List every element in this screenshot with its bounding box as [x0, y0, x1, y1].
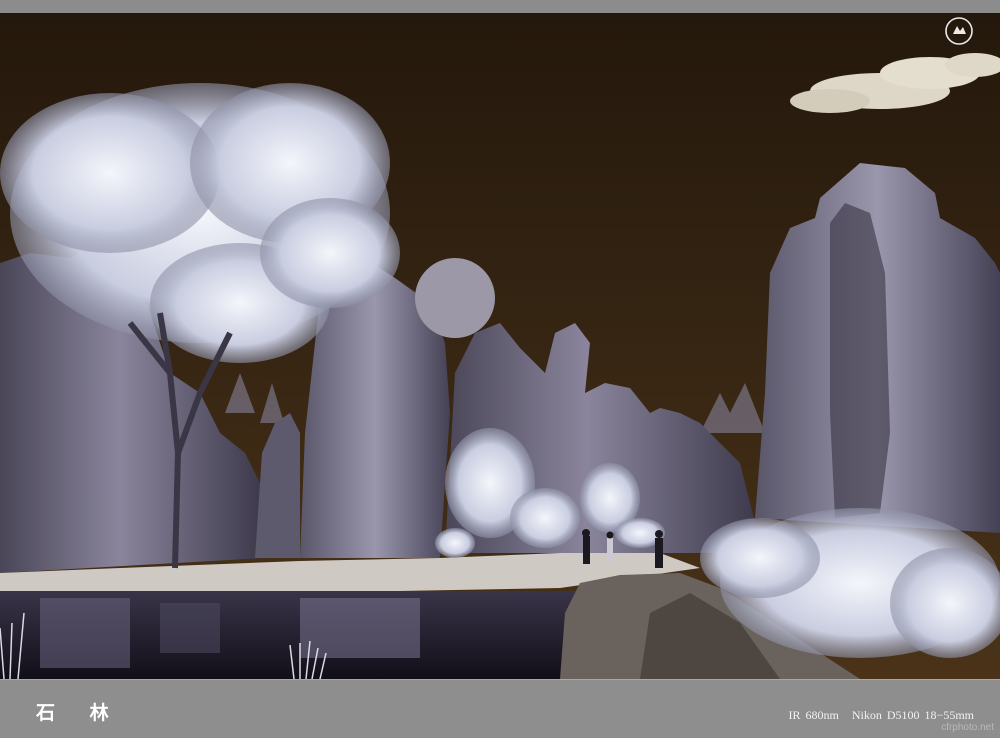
caption-bar: 石 林 IR 680nm Nikon D5100 18−55mm cfrphot… [0, 679, 1000, 738]
circular-logo-icon [945, 17, 973, 45]
photo-title: 石 林 [36, 702, 123, 724]
landscape-photo [0, 13, 1000, 679]
photo-frame: 石 林 IR 680nm Nikon D5100 18−55mm cfrphot… [0, 0, 1000, 738]
tree-small-back [415, 258, 495, 338]
camera-info-filter: IR 680nm [788, 708, 839, 722]
camera-info-body: Nikon D5100 18−55mm [851, 708, 974, 722]
camera-info: IR 680nm Nikon D5100 18−55mm [789, 708, 974, 723]
watermark-site: cfrphoto.net [941, 722, 994, 733]
photo-illustration [0, 13, 1000, 679]
